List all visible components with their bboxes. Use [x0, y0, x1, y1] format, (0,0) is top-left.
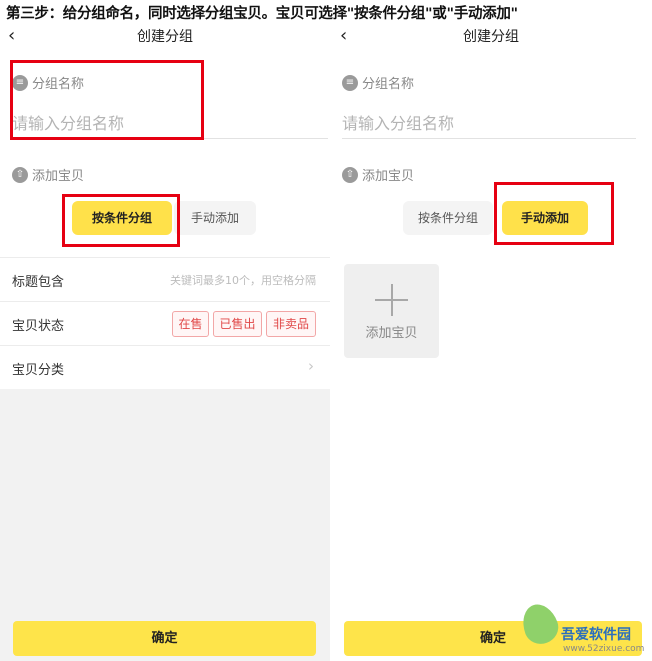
filter-row-item-category[interactable]: 宝贝分类 ›: [0, 345, 330, 389]
upload-icon: ⇧: [12, 166, 28, 183]
watermark-url: www.52zixue.com: [563, 644, 645, 654]
status-tag-on-sale[interactable]: 在售: [172, 311, 209, 337]
right-screen: ‹ 创建分组 ≡ 分组名称 ⇧ 添加宝贝 按条件分组 手动添加 添加宝贝 确定: [330, 22, 652, 661]
list-icon: ≡: [342, 74, 358, 91]
page-title: 创建分组: [463, 29, 519, 45]
group-name-label: ≡ 分组名称: [342, 73, 414, 92]
filter-row-title-contains[interactable]: 标题包含 关键词最多10个，用空格分隔: [0, 257, 330, 301]
left-screen: ‹ 创建分组 ≡ 分组名称 ⇧ 添加宝贝 按条件分组 手动添加 标题包含 关键词…: [0, 22, 330, 661]
status-tag-not-for-sale[interactable]: 非卖品: [266, 311, 316, 337]
add-items-label-text: 添加宝贝: [362, 169, 415, 184]
add-items-label: ⇧ 添加宝贝: [342, 165, 414, 184]
group-name-input[interactable]: [342, 109, 636, 139]
watermark-name: 吾爱软件园: [561, 627, 631, 643]
nav-bar: ‹ 创建分组: [330, 22, 652, 50]
add-item-card[interactable]: 添加宝贝: [344, 264, 439, 358]
filter-row-item-status: 宝贝状态 在售 已售出 非卖品: [0, 301, 330, 345]
add-item-label: 添加宝贝: [365, 326, 418, 341]
group-name-label-text: 分组名称: [362, 77, 415, 92]
keyword-hint[interactable]: 关键词最多10个，用空格分隔: [170, 272, 316, 288]
plus-icon-vertical: [391, 284, 393, 316]
item-status-label: 宝贝状态: [12, 319, 65, 334]
tab-manual-add[interactable]: 手动添加: [174, 201, 256, 235]
nav-bar: ‹ 创建分组: [0, 22, 330, 50]
add-items-label-text: 添加宝贝: [32, 169, 85, 184]
item-category-label: 宝贝分类: [12, 363, 65, 378]
add-items-label: ⇧ 添加宝贝: [12, 165, 84, 184]
leaf-logo-icon: [517, 599, 563, 649]
title-contains-label: 标题包含: [12, 275, 65, 290]
highlight-box-by-condition: [62, 194, 180, 247]
status-tag-sold[interactable]: 已售出: [213, 311, 262, 337]
highlight-box-name: [10, 60, 204, 140]
confirm-button[interactable]: 确定: [13, 621, 316, 656]
highlight-box-manual: [494, 182, 614, 245]
upload-icon: ⇧: [342, 166, 358, 183]
step-caption: 第三步：给分组命名，同时选择分组宝贝。宝贝可选择"按条件分组"或"手动添加": [6, 6, 518, 22]
chevron-right-icon: ›: [308, 357, 314, 375]
watermark: 吾爱软件园 www.52zixue.com: [517, 596, 652, 661]
tab-by-condition[interactable]: 按条件分组: [403, 201, 493, 235]
page-title: 创建分组: [137, 29, 193, 45]
